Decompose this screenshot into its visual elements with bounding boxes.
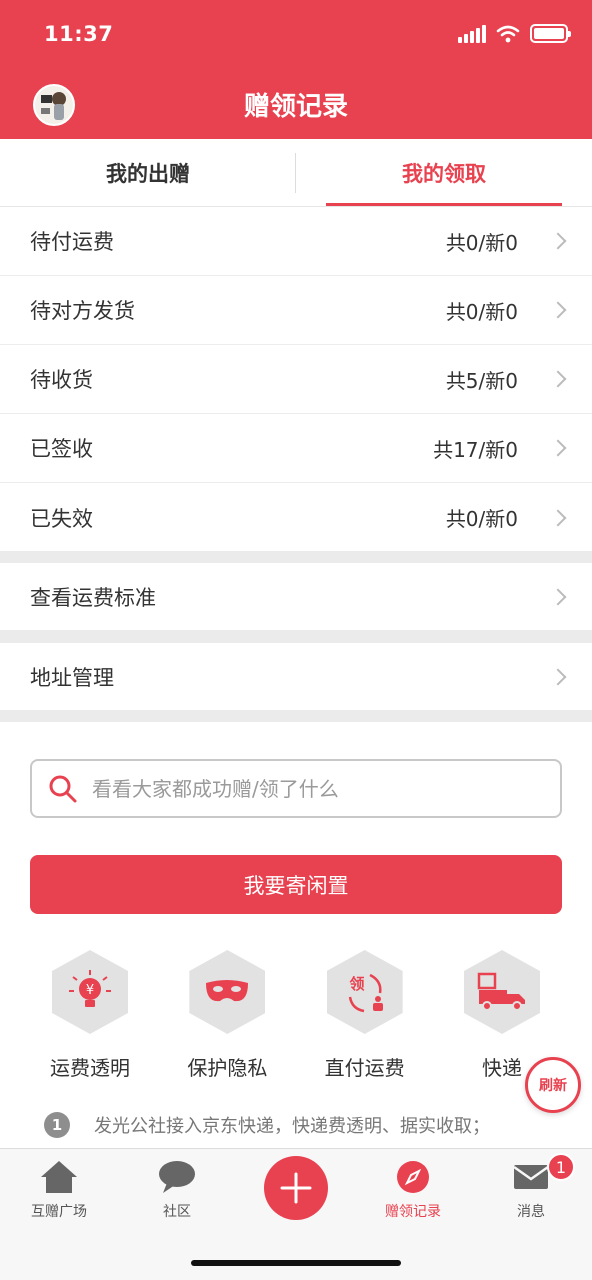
nav-label: 赠领记录 xyxy=(385,1204,441,1220)
status-list: 待付运费 共0/新0 待对方发货 共0/新0 待收货 共5/新0 已签收 共17… xyxy=(0,207,592,552)
post-idle-item-button[interactable]: 我要寄闲置 xyxy=(30,855,562,914)
chevron-right-icon xyxy=(549,370,567,388)
section-gap xyxy=(0,630,592,643)
delivery-truck-icon xyxy=(463,950,540,1034)
svg-text:领: 领 xyxy=(348,975,364,993)
list-item-pending-payment[interactable]: 待付运费 共0/新0 xyxy=(0,207,592,276)
tab-divider xyxy=(295,153,296,193)
nav-item-plaza[interactable]: 互赠广场 xyxy=(4,1159,114,1221)
wifi-icon xyxy=(496,25,520,42)
feature-label: 直付运费 xyxy=(324,1056,405,1080)
header: 11:37 赠领记录 xyxy=(0,0,592,139)
feature-row: ¥ 运费透明 保护隐私 领 直付运费 快递 xyxy=(30,950,562,1081)
list-item-label: 待收货 xyxy=(30,368,93,392)
list-item-count: 共0/新0 xyxy=(445,230,518,255)
list-item-awaiting-shipment[interactable]: 待对方发货 共0/新0 xyxy=(0,276,592,345)
plus-icon xyxy=(280,1172,312,1204)
home-icon xyxy=(41,1161,77,1193)
list-item-label: 已签收 xyxy=(30,437,93,461)
mask-icon xyxy=(189,950,266,1034)
feature-shipping-transparent: ¥ 运费透明 xyxy=(30,950,150,1081)
list-item-count: 共0/新0 xyxy=(445,299,518,324)
note-text: 发光公社接入京东快递，快递费透明、据实收取； xyxy=(94,1116,490,1137)
list-item-expired[interactable]: 已失效 共0/新0 xyxy=(0,483,592,552)
shipping-standard-section: 查看运费标准 xyxy=(0,563,592,630)
feature-label: 快递 xyxy=(481,1056,522,1080)
direct-pay-icon: 领 xyxy=(326,950,403,1034)
chevron-right-icon xyxy=(549,232,567,250)
yen-bulb-icon: ¥ xyxy=(52,950,128,1034)
app-screen: 11:37 赠领记录 我的出赠 我的领取 待付运费 共0/新0 待对方发货 共0… xyxy=(0,0,592,1280)
home-indicator xyxy=(191,1260,401,1266)
address-management-link[interactable]: 地址管理 xyxy=(0,643,592,710)
status-icons xyxy=(458,24,571,43)
mail-icon xyxy=(513,1165,549,1189)
tab-bar: 我的出赠 我的领取 xyxy=(0,139,592,207)
message-badge: 1 xyxy=(547,1153,575,1181)
list-item-count: 共5/新0 xyxy=(445,368,518,393)
feature-direct-pay: 领 直付运费 xyxy=(305,950,425,1081)
list-item-awaiting-receipt[interactable]: 待收货 共5/新0 xyxy=(0,345,592,414)
nav-item-community[interactable]: 社区 xyxy=(122,1159,232,1221)
list-item-label: 待付运费 xyxy=(30,230,114,254)
list-item-count: 共17/新0 xyxy=(433,437,518,462)
feature-privacy: 保护隐私 xyxy=(167,950,287,1081)
chevron-right-icon xyxy=(549,509,567,526)
shipping-standard-link[interactable]: 查看运费标准 xyxy=(0,563,592,630)
note-number: 1 xyxy=(44,1112,70,1138)
info-note: 1 发光公社接入京东快递，快递费透明、据实收取； xyxy=(44,1110,564,1140)
battery-icon xyxy=(530,24,571,43)
signal-icon xyxy=(458,24,486,43)
address-section: 地址管理 xyxy=(0,643,592,710)
tab-my-claims[interactable]: 我的领取 xyxy=(296,139,592,206)
chevron-right-icon xyxy=(549,439,567,457)
chevron-right-icon xyxy=(549,301,567,319)
status-time: 11:37 xyxy=(44,22,114,46)
section-gap xyxy=(0,710,592,722)
svg-text:¥: ¥ xyxy=(86,983,94,998)
page-title: 赠领记录 xyxy=(243,92,348,122)
search-box[interactable] xyxy=(30,759,562,818)
nav-label: 消息 xyxy=(517,1204,545,1220)
nav-label: 社区 xyxy=(163,1204,191,1220)
compass-icon xyxy=(397,1161,429,1193)
nav-label: 互赠广场 xyxy=(31,1204,87,1220)
feature-label: 运费透明 xyxy=(50,1056,130,1080)
section-gap xyxy=(0,551,592,563)
address-management-label: 地址管理 xyxy=(30,665,114,690)
search-input[interactable] xyxy=(92,776,532,801)
search-icon xyxy=(49,775,77,802)
add-post-button[interactable] xyxy=(264,1156,328,1220)
list-item-label: 已失效 xyxy=(30,506,93,531)
nav-item-records[interactable]: 赠领记录 xyxy=(358,1159,468,1221)
list-item-signed[interactable]: 已签收 共17/新0 xyxy=(0,414,592,483)
tab-my-gifts[interactable]: 我的出赠 xyxy=(0,139,296,206)
refresh-label: 刷新 xyxy=(539,1078,567,1094)
feature-label: 保护隐私 xyxy=(187,1056,268,1080)
refresh-button[interactable]: 刷新 xyxy=(525,1057,581,1113)
list-item-label: 待对方发货 xyxy=(30,299,135,323)
chat-bubble-icon xyxy=(159,1161,195,1193)
shipping-standard-label: 查看运费标准 xyxy=(30,585,156,610)
list-item-count: 共0/新0 xyxy=(445,507,518,531)
